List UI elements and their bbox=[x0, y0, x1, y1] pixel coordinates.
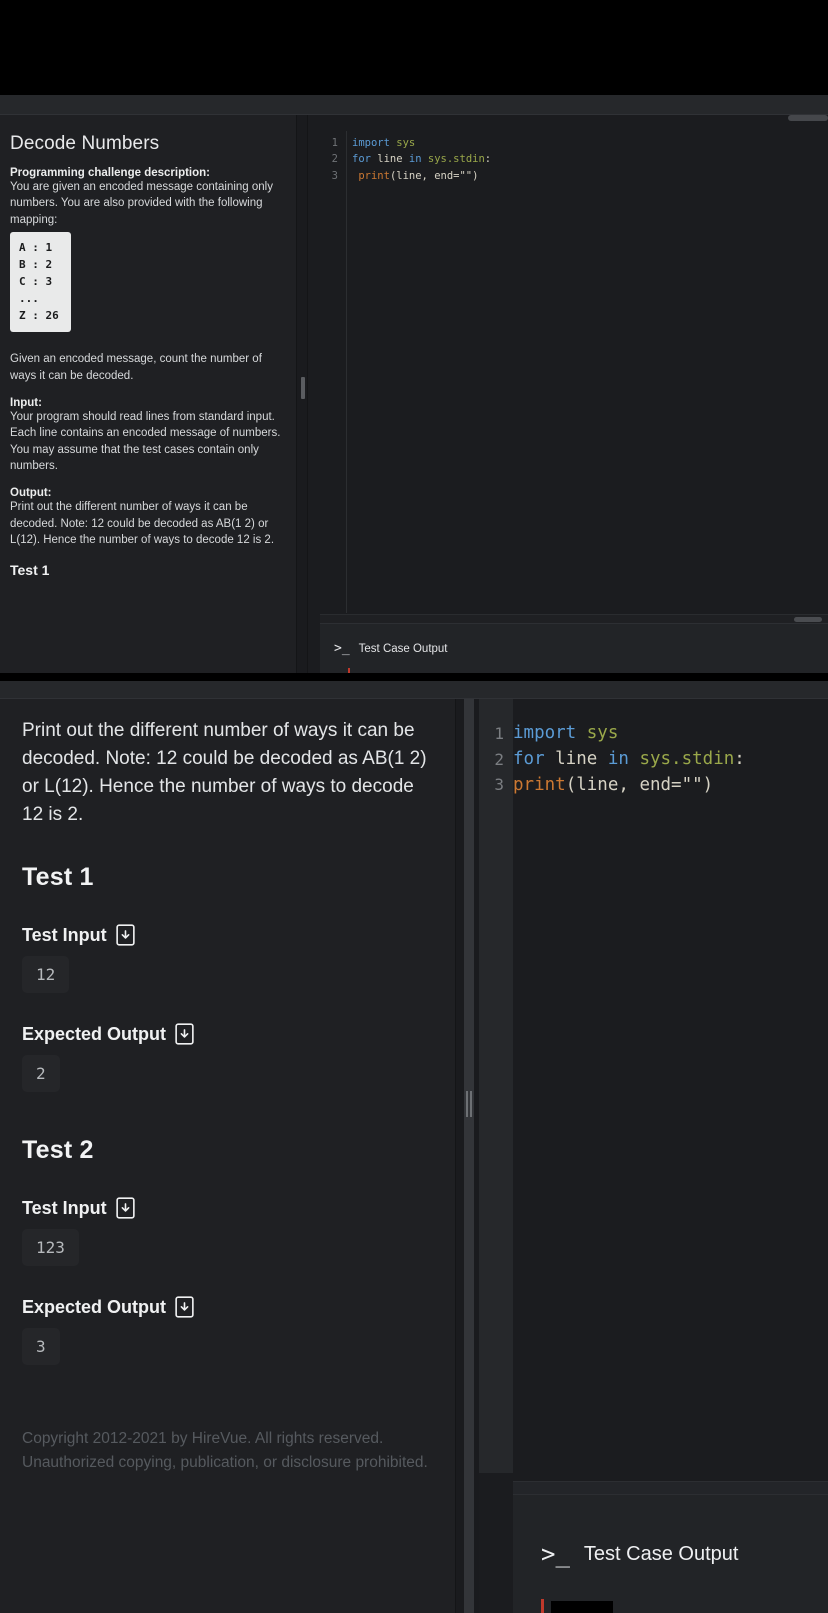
test-2-expected-value: 3 bbox=[22, 1328, 60, 1366]
token-keyword-import: import bbox=[513, 723, 577, 743]
token-module-sys: sys bbox=[576, 723, 619, 743]
output-body: Print out the different number of ways i… bbox=[10, 501, 275, 546]
token-identifier-line: line bbox=[370, 153, 409, 166]
terminal-prompt-icon: >_ bbox=[541, 1540, 570, 1568]
vertical-splitter[interactable] bbox=[296, 115, 308, 673]
test-2-input-label: Test Input bbox=[22, 1197, 433, 1220]
code-line-1: import sys bbox=[513, 721, 828, 747]
download-file-icon[interactable] bbox=[115, 924, 135, 947]
scrollbar-thumb[interactable] bbox=[794, 617, 822, 622]
test-input-text: Test Input bbox=[22, 924, 107, 945]
token-keyword-in: in bbox=[607, 748, 629, 769]
token-module-sys: sys bbox=[389, 137, 416, 149]
terminal-input-area[interactable] bbox=[551, 1601, 613, 1613]
download-file-icon[interactable] bbox=[175, 1023, 194, 1046]
description-heading: Programming challenge description: bbox=[10, 167, 211, 179]
token-keyword-for: for bbox=[352, 153, 371, 166]
code-content-zoomed[interactable]: import sys for line in sys.stdin: print(… bbox=[513, 721, 828, 799]
split-pane-container: Decode Numbers Programming challenge des… bbox=[0, 115, 828, 673]
splitter-rail bbox=[464, 699, 474, 1613]
token-sys-stdin: sys.stdin bbox=[421, 153, 485, 166]
token-colon: : bbox=[734, 748, 745, 769]
given-paragraph: Given an encoded message, count the numb… bbox=[10, 353, 262, 382]
vertical-splitter-zoomed[interactable] bbox=[455, 699, 479, 1613]
assessment-view-overview: Decode Numbers Programming challenge des… bbox=[0, 95, 828, 673]
code-content[interactable]: 1 import sys 2 for line in sys.stdin: 3 pr… bbox=[322, 131, 828, 184]
token-print-args: (line, end="") bbox=[565, 774, 714, 795]
line-number: 2 bbox=[331, 153, 338, 166]
token-identifier-line: line bbox=[544, 748, 608, 769]
problem-description-panel-zoomed[interactable]: Print out the different number of ways i… bbox=[0, 699, 455, 1613]
editor-horizontal-scrollbar-top[interactable] bbox=[788, 115, 828, 121]
line-number: 1 bbox=[494, 724, 504, 743]
editor-horizontal-scrollbar-zoomed[interactable] bbox=[513, 1481, 828, 1495]
code-line-3: 3 print(line, end="") bbox=[322, 168, 828, 184]
token-colon: : bbox=[484, 153, 492, 166]
line-number: 3 bbox=[331, 169, 338, 182]
expected-output-text: Expected Output bbox=[22, 1023, 167, 1044]
test-1-input-label: Test Input bbox=[22, 924, 433, 947]
code-line-2: 2 for line in sys.stdin: bbox=[322, 151, 828, 167]
line-number: 2 bbox=[494, 749, 504, 769]
editor-line-numbers: 1 2 3 bbox=[479, 721, 513, 798]
editor-gutter bbox=[479, 699, 513, 1473]
test-case-output-panel-zoomed[interactable]: >_ Test Case Output bbox=[513, 1495, 828, 1613]
editor-horizontal-scrollbar[interactable] bbox=[320, 614, 828, 623]
test-2-expected-label: Expected Output bbox=[22, 1296, 433, 1319]
download-file-icon[interactable] bbox=[175, 1296, 194, 1319]
test-2-input-value: 123 bbox=[22, 1229, 79, 1267]
test-case-output-label: Test Case Output bbox=[583, 1542, 739, 1565]
split-pane-container-zoomed: Print out the different number of ways i… bbox=[0, 699, 828, 1613]
test-1-expected-value: 2 bbox=[22, 1055, 60, 1093]
output-body-zoomed: Print out the different number of ways i… bbox=[22, 720, 427, 826]
problem-description-panel[interactable]: Decode Numbers Programming challenge des… bbox=[0, 115, 296, 673]
test-case-output-label: Test Case Output bbox=[358, 642, 448, 655]
output-heading: Output: bbox=[10, 487, 52, 500]
screenshot-root: Decode Numbers Programming challenge des… bbox=[0, 0, 828, 1613]
token-sys-stdin: sys.stdin bbox=[628, 748, 735, 769]
code-editor-panel-zoomed[interactable]: 1 2 3 import sys for line in sys.stdin: … bbox=[479, 699, 828, 1613]
splitter-grip-icon[interactable] bbox=[466, 1091, 472, 1117]
token-function-print: print bbox=[358, 169, 390, 182]
test-1-heading-zoomed: Test 1 bbox=[22, 863, 94, 892]
token-keyword-for: for bbox=[513, 748, 545, 769]
token-keyword-in: in bbox=[408, 153, 422, 166]
input-heading: Input: bbox=[10, 396, 42, 409]
test-input-text: Test Input bbox=[22, 1197, 107, 1218]
description-body: You are given an encoded message contain… bbox=[10, 181, 273, 226]
gutter-divider bbox=[346, 131, 347, 613]
token-function-print: print bbox=[513, 774, 566, 795]
test-case-output-panel[interactable]: >_ Test Case Output bbox=[320, 623, 828, 673]
line-number: 3 bbox=[494, 775, 504, 795]
code-line-2: for line in sys.stdin: bbox=[513, 747, 828, 773]
test-1-input-value: 12 bbox=[22, 956, 70, 994]
test-1-expected-label: Expected Output bbox=[22, 1023, 433, 1046]
terminal-prompt-icon: >_ bbox=[334, 641, 350, 656]
test-1-heading: Test 1 bbox=[10, 562, 50, 579]
input-body: Your program should read lines from stan… bbox=[10, 410, 281, 472]
assessment-view-zoomed: Print out the different number of ways i… bbox=[0, 681, 828, 1613]
test-2-heading: Test 2 bbox=[22, 1136, 94, 1165]
terminal-caret-zoomed bbox=[541, 1599, 544, 1613]
download-file-icon[interactable] bbox=[115, 1197, 135, 1220]
top-toolbar-strip-zoomed bbox=[0, 681, 828, 699]
terminal-caret bbox=[348, 668, 350, 673]
code-line-1: 1 import sys bbox=[322, 135, 828, 151]
letter-mapping-code-block: A : 1 B : 2 C : 3 ... Z : 26 bbox=[10, 231, 71, 333]
copyright-notice: Copyright 2012-2021 by HireVue. All righ… bbox=[22, 1430, 428, 1472]
code-line-3: print(line, end="") bbox=[513, 773, 828, 799]
top-toolbar-strip bbox=[0, 95, 828, 115]
token-keyword-import: import bbox=[352, 137, 390, 149]
page-title: Decode Numbers bbox=[10, 133, 160, 154]
code-editor-surface[interactable]: 1 import sys 2 for line in sys.stdin: 3 pr… bbox=[322, 131, 828, 613]
splitter-grip-icon[interactable] bbox=[301, 377, 305, 399]
token-print-args: (line, end="") bbox=[389, 169, 479, 182]
expected-output-text: Expected Output bbox=[22, 1296, 167, 1317]
code-editor-panel[interactable]: 1 import sys 2 for line in sys.stdin: 3 pr… bbox=[308, 115, 828, 673]
line-number: 1 bbox=[331, 137, 338, 149]
